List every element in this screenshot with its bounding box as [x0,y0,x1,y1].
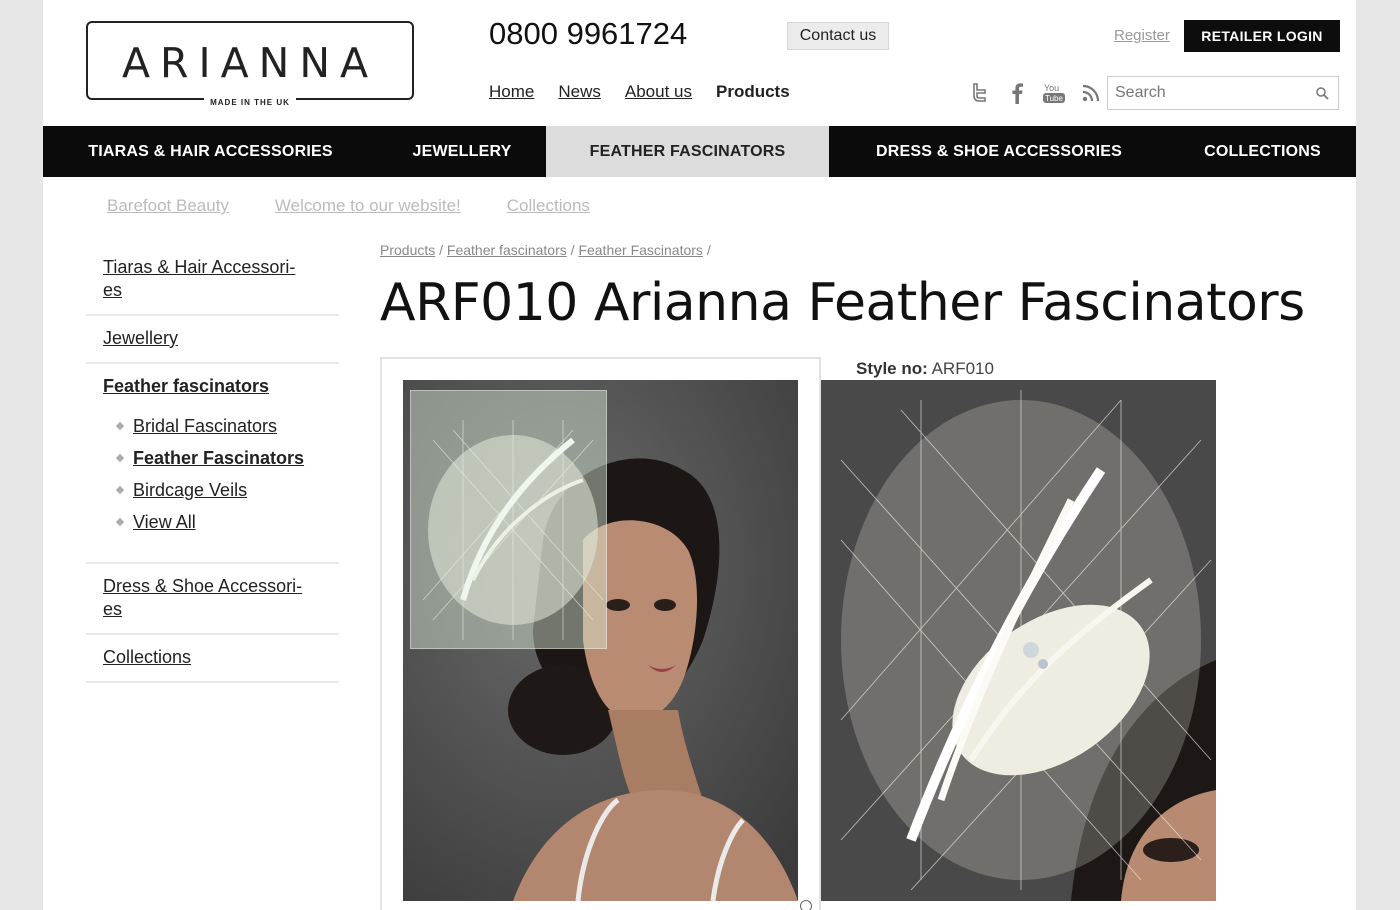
search-icon[interactable] [1315,86,1329,105]
style-number-label: Style no: [856,359,928,378]
bullet-icon [115,485,125,495]
facebook-icon[interactable] [1005,81,1029,105]
top-nav-home[interactable]: Home [489,82,534,102]
sidebar-section-dress: Dress & Shoe Accessori- es [86,564,339,635]
register-link[interactable]: Register [1114,27,1170,44]
breadcrumb-products[interactable]: Products [380,242,435,258]
style-number: Style no: ARF010 [856,359,994,379]
sidebar-section-collections: Collections [86,635,339,683]
search-input[interactable] [1108,77,1298,109]
zoom-icon[interactable] [800,900,812,910]
main-nav-jewellery[interactable]: JEWELLERY [378,126,546,177]
breadcrumb: Products / Feather fascinators / Feather… [380,242,711,258]
search-box [1107,76,1339,110]
sidebar-section-tiaras: Tiaras & Hair Accessori- es [86,245,339,316]
page-container: ARIANNA MADE IN THE UK 0800 9961724 Cont… [43,0,1356,910]
main-nav-collections[interactable]: COLLECTIONS [1169,126,1356,177]
breadcrumb-feather-fascinators-sub[interactable]: Feather Fascinators [578,242,703,258]
zoom-lens[interactable] [410,390,607,649]
sidebar-link-feather-fascinators[interactable]: Feather fascinators [103,375,339,398]
svg-text:You: You [1044,83,1059,93]
product-zoom-image [821,380,1216,901]
logo-wordmark: ARIANNA [121,39,379,87]
arianna-logo[interactable]: ARIANNA MADE IN THE UK [86,21,414,107]
style-number-value: ARF010 [931,359,994,378]
sidebar-section-feather: Feather fascinators Bridal Fascinators F… [86,364,339,564]
top-nav-products[interactable]: Products [716,82,790,102]
sidebar-link-collections[interactable]: Collections [103,646,339,669]
phone-number: 0800 9961724 [489,16,688,51]
top-nav: Home News About us Products [489,82,790,102]
retailer-login-button[interactable]: RETAILER LOGIN [1184,20,1340,52]
twitter-icon[interactable] [968,81,992,105]
social-links: You Tube [968,81,1103,105]
sidebar-section-jewellery: Jewellery [86,316,339,364]
sub-link-collections[interactable]: Collections [507,196,590,216]
main-nav-feather-fascinators[interactable]: FEATHER FASCINATORS [546,126,829,177]
sub-links: Barefoot Beauty Welcome to our website! … [107,196,590,216]
sidebar-subitem-birdcage[interactable]: Birdcage Veils [115,474,339,506]
main-nav: TIARAS & HAIR ACCESSORIES JEWELLERY FEAT… [43,126,1356,177]
top-nav-about[interactable]: About us [625,82,692,102]
sub-link-barefoot-beauty[interactable]: Barefoot Beauty [107,196,229,216]
bullet-icon [115,421,125,431]
bullet-icon [115,453,125,463]
sidebar-sublist: Bridal Fascinators Feather Fascinators B… [103,410,339,538]
main-nav-dress-shoe[interactable]: DRESS & SHOE ACCESSORIES [829,126,1169,177]
sidebar-link-tiaras[interactable]: Tiaras & Hair Accessori- es [103,256,339,302]
category-sidebar: Tiaras & Hair Accessori- es Jewellery Fe… [86,245,339,683]
main-nav-tiaras[interactable]: TIARAS & HAIR ACCESSORIES [43,126,378,177]
bullet-icon [115,517,125,527]
svg-text:Tube: Tube [1045,94,1063,103]
sidebar-link-dress-shoe[interactable]: Dress & Shoe Accessori- es [103,575,339,621]
rss-icon[interactable] [1079,81,1103,105]
contact-us-button[interactable]: Contact us [787,22,889,50]
youtube-icon[interactable]: You Tube [1042,81,1066,105]
sidebar-subitem-feather[interactable]: Feather Fascinators [115,442,339,474]
top-nav-news[interactable]: News [558,82,601,102]
breadcrumb-feather-fascinators[interactable]: Feather fascinators [447,242,567,258]
logo-tagline: MADE IN THE UK [204,98,296,107]
sidebar-subitem-bridal[interactable]: Bridal Fascinators [115,410,339,442]
sidebar-subitem-view-all[interactable]: View All [115,506,339,538]
sub-link-welcome[interactable]: Welcome to our website! [275,196,461,216]
product-title: ARF010 Arianna Feather Fascinators [380,273,1305,333]
sidebar-link-jewellery[interactable]: Jewellery [103,327,339,350]
